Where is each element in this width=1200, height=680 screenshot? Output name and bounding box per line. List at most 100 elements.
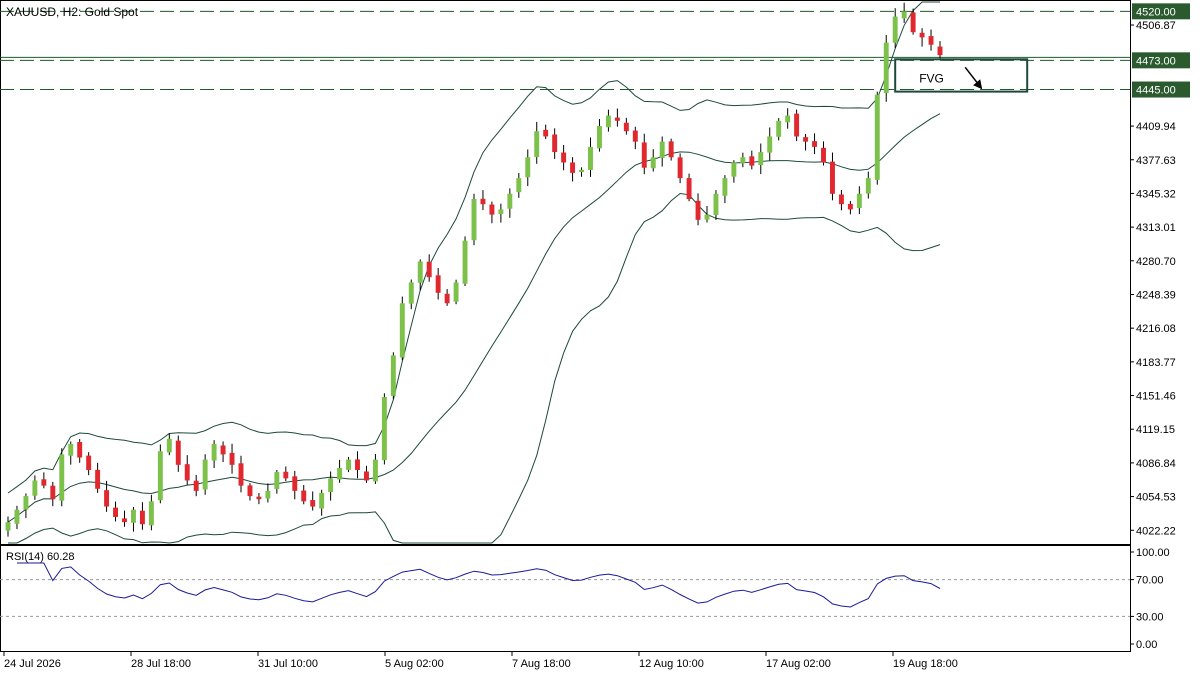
price-tick-label: 4119.15 <box>1136 424 1175 436</box>
candle-body <box>462 240 468 284</box>
candle-body <box>731 162 737 177</box>
time-tick-label: 24 Jul 2026 <box>4 658 61 670</box>
level-price-tag-label: 4520.00 <box>1136 6 1176 18</box>
candle-body <box>570 162 576 173</box>
chart-svg: FVG 4506.874409.944377.634345.324313.014… <box>0 0 1190 670</box>
candle-body <box>14 509 20 524</box>
candle-body <box>337 467 343 480</box>
candle-body <box>516 178 522 193</box>
candle-body <box>614 117 620 121</box>
candle-body <box>453 282 459 302</box>
candle-body <box>175 440 181 465</box>
candle-body <box>910 12 916 33</box>
price-axis: 4506.87 4409.94 4377.63 4345.32 4313.01 4280.… <box>1130 3 1190 537</box>
candle-body <box>104 490 110 507</box>
candle-body <box>695 200 701 220</box>
candle-body <box>390 355 396 396</box>
candle-body <box>77 442 83 458</box>
candle-body <box>650 157 656 169</box>
candle-body <box>86 455 92 471</box>
candle-body <box>265 490 271 499</box>
rsi-tick-label: 100.00 <box>1136 547 1170 559</box>
candle-body <box>812 141 818 147</box>
candle-body <box>767 136 773 153</box>
price-tick-label: 4022.22 <box>1136 525 1176 537</box>
candle-body <box>785 115 791 123</box>
candle-body <box>632 130 638 142</box>
candle-body <box>256 496 262 500</box>
candle-body <box>668 141 674 158</box>
candle-body <box>148 501 154 526</box>
price-tick-label: 4409.94 <box>1136 121 1176 133</box>
candle-body <box>776 120 782 137</box>
candle-body <box>892 16 898 43</box>
candle-body <box>372 459 378 482</box>
candle-body <box>5 522 11 531</box>
time-axis: 24 Jul 2026 28 Jul 18:00 31 Jul 10:00 5 Aug… <box>3 652 958 670</box>
candle-body <box>229 452 235 465</box>
candle-body <box>803 137 809 142</box>
candle-body <box>883 42 889 93</box>
candle-body <box>310 500 316 507</box>
candle-body <box>480 198 486 205</box>
candle-body <box>346 459 352 470</box>
candle-body <box>507 193 513 209</box>
price-tick-label: 4248.39 <box>1136 289 1176 301</box>
candle-body <box>561 152 567 163</box>
candle-body <box>408 282 414 304</box>
rsi-tick-label: 0.00 <box>1136 639 1157 651</box>
candle-body <box>355 459 360 471</box>
candle-body <box>498 209 504 214</box>
candle-body <box>543 129 549 137</box>
candle-body <box>471 198 477 241</box>
candle-body <box>130 509 136 523</box>
candle-body <box>184 464 190 481</box>
candle-body <box>865 178 871 194</box>
candle-body <box>641 142 647 168</box>
price-tick-label: 4086.84 <box>1136 458 1176 470</box>
candle-body <box>32 480 38 496</box>
candle-body <box>534 131 540 158</box>
time-tick-label: 19 Aug 18:00 <box>893 658 958 670</box>
candle-body <box>489 204 495 215</box>
candle-body <box>363 471 369 481</box>
candle-body <box>677 157 683 179</box>
candle-body <box>59 454 65 501</box>
candle-body <box>588 146 593 170</box>
candle-body <box>623 122 629 132</box>
price-tick-label: 4054.53 <box>1136 492 1176 504</box>
candle-body <box>238 463 244 486</box>
time-tick-label: 5 Aug 02:00 <box>385 658 444 670</box>
level-price-tag-label: 4445.00 <box>1136 85 1176 97</box>
candle-body <box>157 451 163 501</box>
price-tick-label: 4506.87 <box>1136 20 1176 32</box>
candle-body <box>704 214 710 220</box>
candle-body <box>399 303 405 358</box>
candle-body <box>426 261 432 278</box>
candle-body <box>829 161 835 194</box>
time-tick-label: 12 Aug 10:00 <box>639 658 704 670</box>
candle-body <box>758 152 764 166</box>
candle-body <box>211 443 217 461</box>
candle-body <box>596 126 602 149</box>
candle-body <box>659 141 665 158</box>
candle-body <box>166 438 172 453</box>
chart-area: FVG 4506.87 4409.94 4377.63 4345.32 4313.01 4… <box>0 0 1200 675</box>
price-tick-label: 4183.77 <box>1136 357 1176 369</box>
candle-body <box>821 147 826 163</box>
candle-body <box>283 471 289 479</box>
fvg-label: FVG <box>919 71 944 85</box>
candle-body <box>381 397 387 461</box>
candle-body <box>95 469 101 489</box>
candle-body <box>444 293 450 304</box>
rsi-tick-label: 30.00 <box>1136 611 1164 623</box>
candle-body <box>919 32 925 38</box>
candle-body <box>525 157 531 178</box>
time-tick-label: 17 Aug 02:00 <box>766 658 831 670</box>
candle-body <box>856 193 862 209</box>
level-price-tag-label: 4473.00 <box>1136 55 1176 67</box>
price-tick-label: 4151.46 <box>1136 391 1176 403</box>
rsi-panel-frame <box>0 545 1131 652</box>
candle-body <box>579 169 585 172</box>
candle-body <box>328 478 334 493</box>
